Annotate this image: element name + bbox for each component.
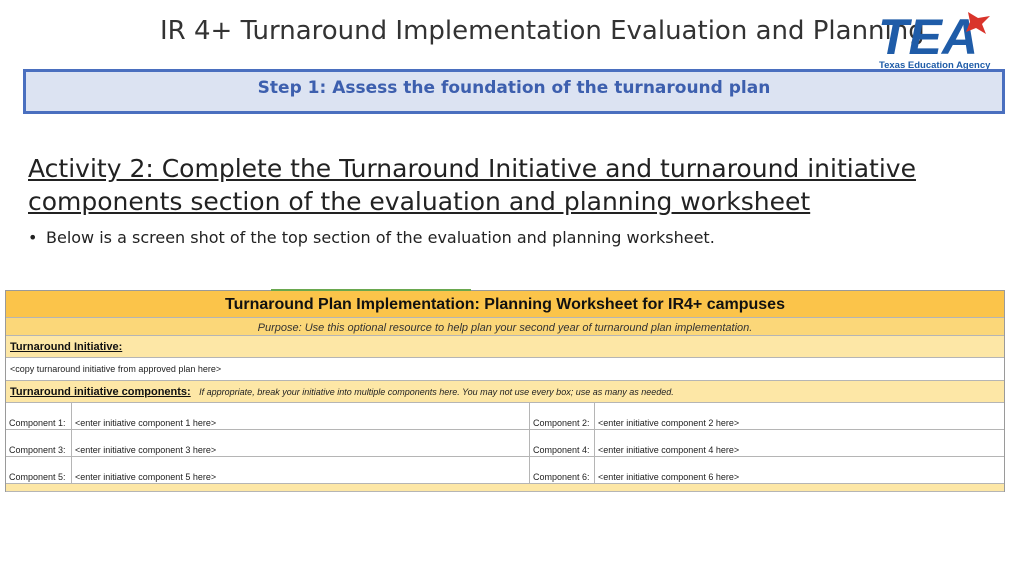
- slide-title: IR 4+ Turnaround Implementation Evaluati…: [160, 16, 925, 46]
- component-label: Component 6:: [530, 457, 595, 483]
- component-value: <enter initiative component 1 here>: [72, 403, 530, 429]
- step-banner: Step 1: Assess the foundation of the tur…: [23, 69, 1005, 114]
- tea-logo-graphic: TEA Texas Education Agency: [878, 9, 991, 71]
- initiative-label: Turnaround Initiative:: [10, 341, 123, 353]
- worksheet-title-row: Turnaround Plan Implementation: Planning…: [6, 291, 1004, 318]
- logo-mark: TEA: [878, 9, 978, 65]
- component-label: Component 3:: [6, 430, 72, 456]
- worksheet-purpose: Purpose: Use this optional resource to h…: [257, 322, 753, 334]
- components-hint: If appropriate, break your initiative in…: [199, 387, 674, 397]
- initiative-value: <copy turnaround initiative from approve…: [10, 364, 222, 374]
- worksheet-bottom-band: [6, 484, 1004, 492]
- components-label: Turnaround initiative components:: [10, 386, 191, 398]
- bullet-dot-icon: •: [28, 228, 38, 247]
- component-row: Component 5: <enter initiative component…: [6, 457, 1004, 484]
- components-label-row: Turnaround initiative components: If app…: [6, 381, 1004, 403]
- tea-logo: TEA Texas Education Agency: [876, 8, 996, 72]
- worksheet-purpose-row: Purpose: Use this optional resource to h…: [6, 318, 1004, 336]
- worksheet-title: Turnaround Plan Implementation: Planning…: [225, 296, 785, 313]
- initiative-label-row: Turnaround Initiative:: [6, 336, 1004, 358]
- component-label: Component 5:: [6, 457, 72, 483]
- component-label: Component 4:: [530, 430, 595, 456]
- worksheet-screenshot: Turnaround Plan Implementation: Planning…: [5, 289, 1005, 492]
- component-label: Component 2:: [530, 403, 595, 429]
- activity-bullet: • Below is a screen shot of the top secti…: [28, 228, 715, 247]
- component-value: <enter initiative component 3 here>: [72, 430, 530, 456]
- component-row: Component 1: <enter initiative component…: [6, 403, 1004, 430]
- component-value: <enter initiative component 5 here>: [72, 457, 530, 483]
- component-value: <enter initiative component 2 here>: [598, 418, 740, 428]
- activity-bullet-text: Below is a screen shot of the top sectio…: [46, 228, 715, 247]
- component-label: Component 1:: [6, 403, 72, 429]
- component-value: <enter initiative component 4 here>: [598, 445, 740, 455]
- component-row: Component 3: <enter initiative component…: [6, 430, 1004, 457]
- step-banner-text: Step 1: Assess the foundation of the tur…: [257, 78, 771, 98]
- component-value: <enter initiative component 6 here>: [598, 472, 740, 482]
- activity-heading: Activity 2: Complete the Turnaround Init…: [28, 154, 916, 216]
- initiative-value-row: <copy turnaround initiative from approve…: [6, 358, 1004, 381]
